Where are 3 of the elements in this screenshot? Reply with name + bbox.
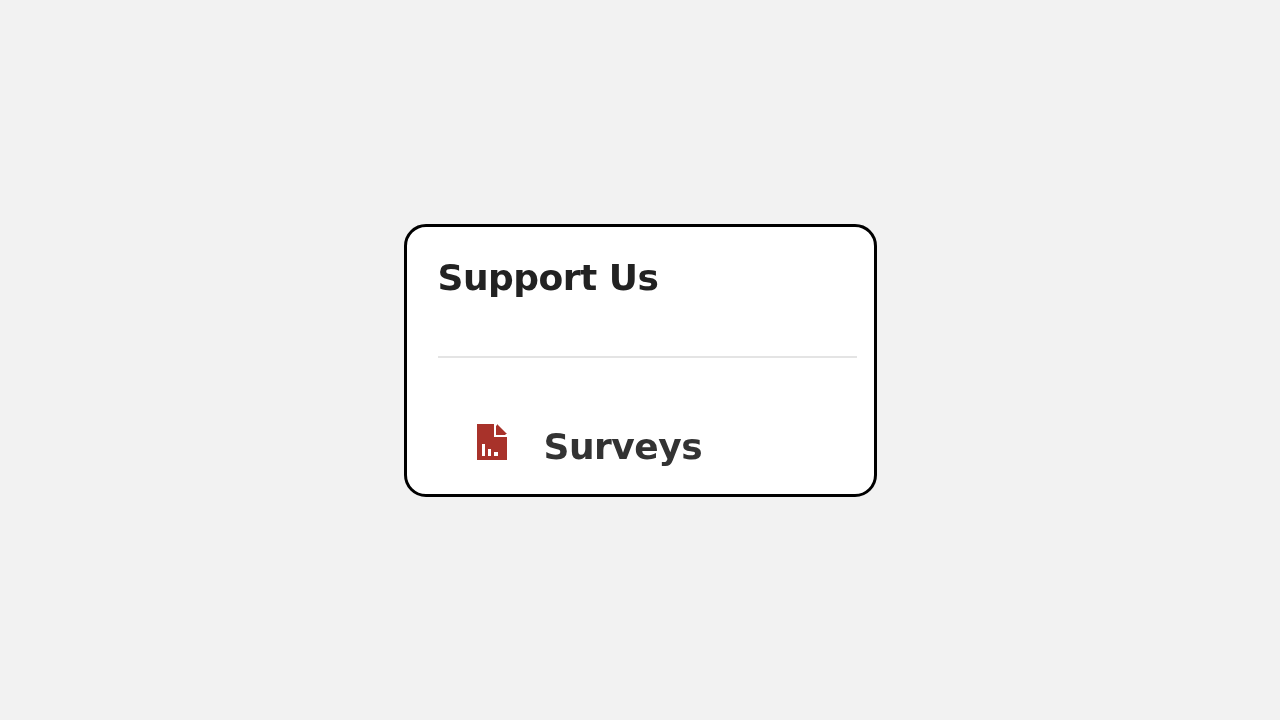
surveys-link[interactable]: Surveys bbox=[476, 424, 703, 470]
card-title: Support Us bbox=[437, 256, 659, 300]
chart-document-icon bbox=[476, 424, 507, 460]
